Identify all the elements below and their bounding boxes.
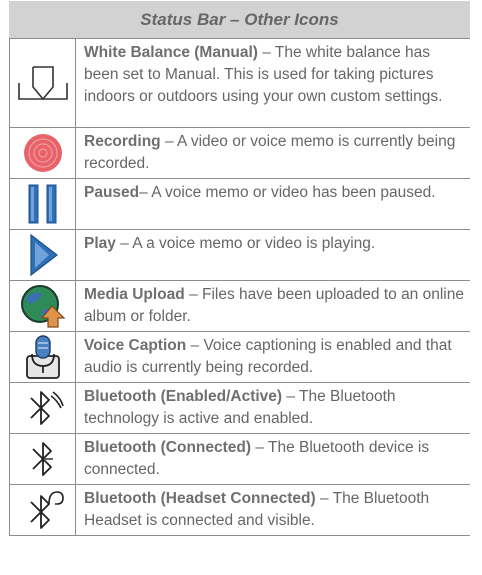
bluetooth-enabled-icon (9, 383, 76, 433)
row-description: A a voice memo or video is playing. (132, 235, 376, 252)
row-separator: – (315, 490, 333, 507)
row-description: A voice memo or video has been paused. (151, 184, 436, 201)
row-term: Play (84, 235, 116, 252)
status-icons-table: Status Bar – Other Icons White Balance (… (9, 1, 470, 536)
row-term: Bluetooth (Enabled/Active) (84, 388, 283, 405)
bluetooth-headset-icon (9, 485, 76, 535)
white-balance-manual-icon (9, 39, 76, 127)
row-term: Bluetooth (Connected) (84, 439, 252, 456)
table-row: Media Upload – Files have been uploaded … (9, 281, 470, 332)
row-term: Recording (84, 133, 161, 150)
voice-caption-icon (9, 332, 76, 382)
row-separator: – (186, 337, 204, 354)
table-title: Status Bar – Other Icons (9, 1, 470, 39)
play-icon (9, 230, 76, 280)
row-term: White Balance (Manual) (84, 44, 258, 61)
table-row: Recording – A video or voice memo is cur… (9, 128, 470, 179)
row-separator: – (251, 439, 268, 456)
row-term: Paused (84, 184, 140, 201)
row-separator: – (257, 44, 275, 61)
row-separator: – (160, 133, 178, 150)
table-row: Bluetooth (Headset Connected) – The Blue… (9, 485, 470, 536)
row-separator: – (282, 388, 300, 405)
recording-icon (9, 128, 76, 178)
table-row: Voice Caption – Voice captioning is enab… (9, 332, 470, 383)
row-term: Bluetooth (Headset Connected) (84, 490, 316, 507)
bluetooth-connected-icon (9, 434, 76, 484)
paused-icon (9, 179, 76, 229)
table-row: Bluetooth (Connected) – The Bluetooth de… (9, 434, 470, 485)
table-row: Paused– A voice memo or video has been p… (9, 179, 470, 230)
table-row: White Balance (Manual) – The white balan… (9, 39, 470, 128)
row-separator: – (139, 184, 152, 201)
row-separator: – (184, 286, 202, 303)
table-row: Play – A a voice memo or video is playin… (9, 230, 470, 281)
row-term: Media Upload (84, 286, 185, 303)
row-separator: – (115, 235, 133, 252)
row-term: Voice Caption (84, 337, 187, 354)
table-row: Bluetooth (Enabled/Active) – The Bluetoo… (9, 383, 470, 434)
media-upload-icon (9, 281, 76, 331)
